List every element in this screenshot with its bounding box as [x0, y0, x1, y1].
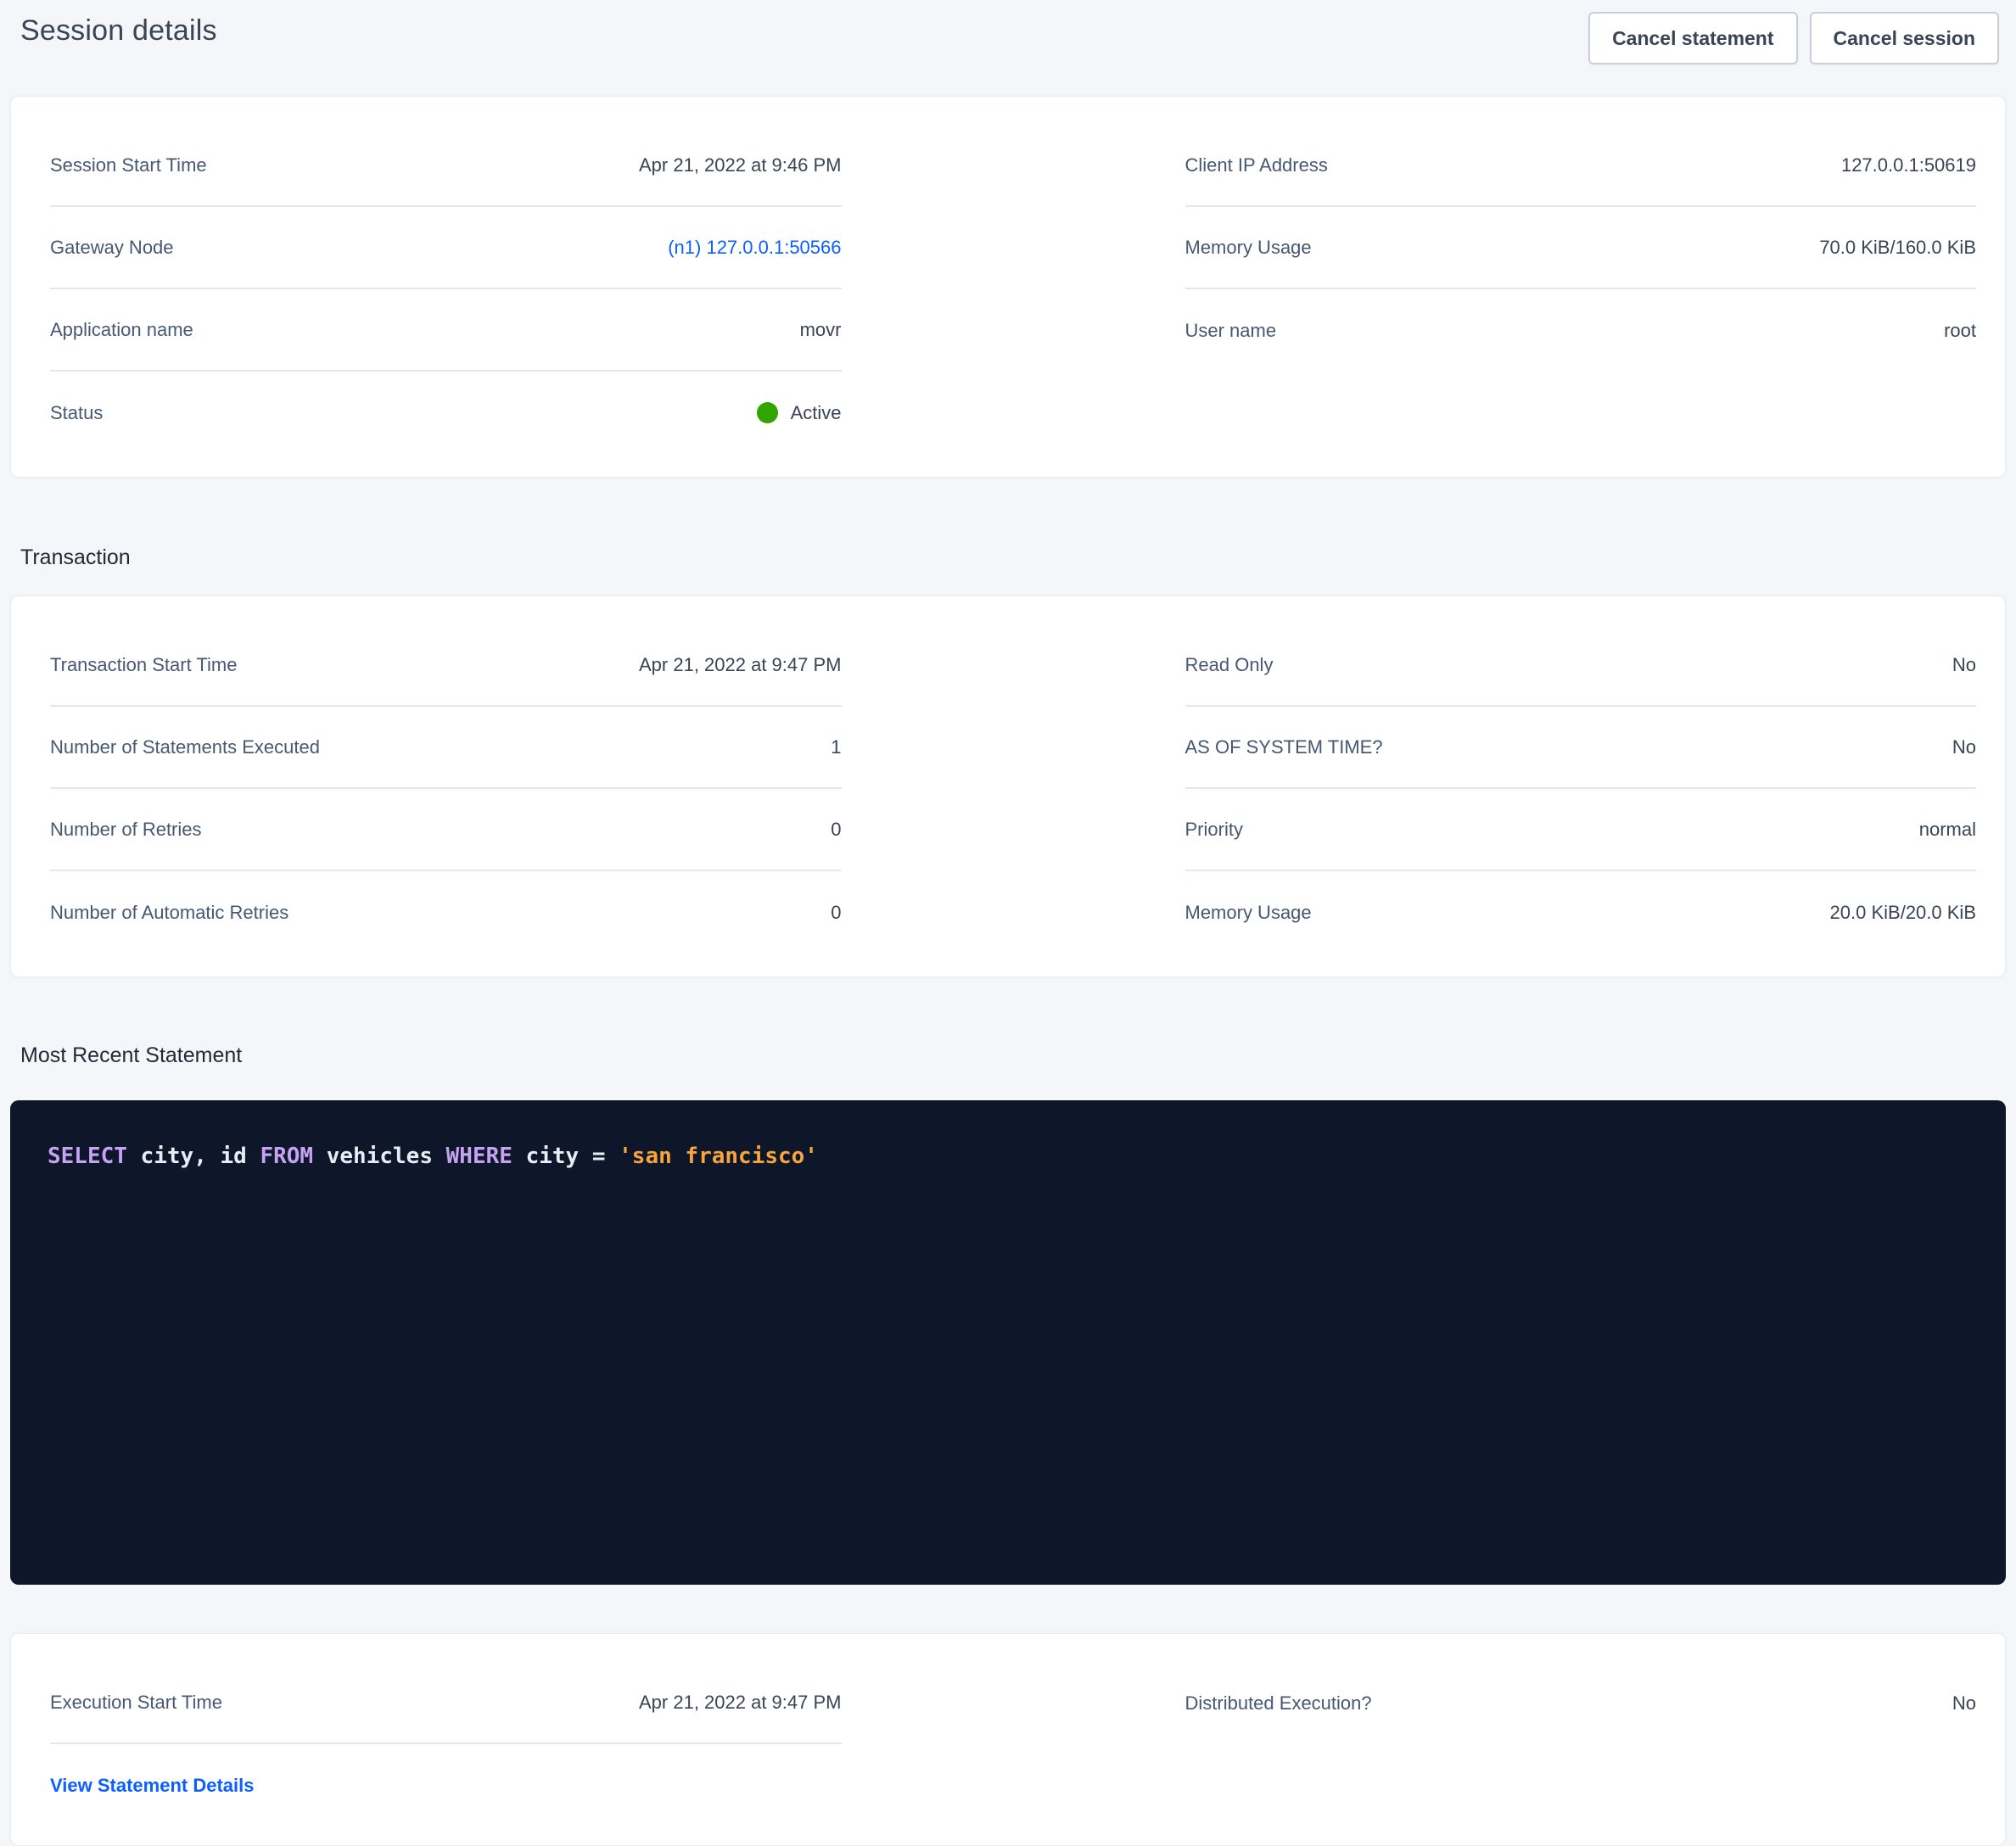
application-name-label: Application name [50, 319, 193, 341]
sql-token-plain: city = [512, 1144, 619, 1169]
memory-usage-value: 20.0 KiB/20.0 KiB [1830, 902, 1976, 924]
status-active-dot-icon [757, 402, 778, 423]
status-badge: Active [757, 402, 842, 424]
distributed-execution-value: No [1952, 1692, 1976, 1715]
kv-row-number-of-retries: Number of Retries 0 [50, 789, 842, 871]
header-actions: Cancel statement Cancel session [1588, 12, 1999, 64]
transaction-start-time-label: Transaction Start Time [50, 654, 237, 676]
sql-token-keyword: WHERE [446, 1144, 512, 1169]
kv-row-user-name: User name root [1185, 289, 1977, 372]
kv-row-distributed-execution: Distributed Execution? No [1185, 1662, 1977, 1744]
kv-row-memory-usage: Memory Usage 20.0 KiB/20.0 KiB [1185, 871, 1977, 954]
as-of-system-time-label: AS OF SYSTEM TIME? [1185, 736, 1383, 758]
transaction-start-time-value: Apr 21, 2022 at 9:47 PM [639, 654, 842, 676]
kv-row-session-start-time: Session Start Time Apr 21, 2022 at 9:46 P… [50, 125, 842, 207]
sql-token-plain: city, id [127, 1144, 260, 1169]
transaction-card-left-column: Transaction Start Time Apr 21, 2022 at 9:… [50, 624, 842, 954]
cancel-session-button[interactable]: Cancel session [1810, 12, 1999, 64]
priority-value: normal [1919, 819, 1976, 841]
statement-section-heading: Most Recent Statement [20, 1042, 2016, 1069]
session-details-card: Session Start Time Apr 21, 2022 at 9:46 P… [10, 96, 2006, 478]
kv-row-number-of-automatic-retries: Number of Automatic Retries 0 [50, 871, 842, 954]
memory-usage-label: Memory Usage [1185, 902, 1312, 924]
sql-token-string: 'san francisco' [619, 1144, 818, 1169]
kv-row-application-name: Application name movr [50, 289, 842, 372]
user-name-label: User name [1185, 320, 1277, 342]
session-card-right-column: Client IP Address 127.0.0.1:50619 Memory U… [1185, 125, 1977, 454]
kv-row-transaction-start-time: Transaction Start Time Apr 21, 2022 at 9:… [50, 624, 842, 707]
kv-row-as-of-system-time: AS OF SYSTEM TIME? No [1185, 707, 1977, 789]
kv-row-view-statement-details: View Statement Details [50, 1744, 842, 1826]
sql-token-keyword: FROM [260, 1144, 313, 1169]
read-only-value: No [1952, 654, 1976, 676]
status-text: Active [791, 402, 842, 424]
execution-card: Execution Start Time Apr 21, 2022 at 9:47… [10, 1633, 2006, 1846]
memory-usage-label: Memory Usage [1185, 237, 1312, 259]
kv-row-execution-start-time: Execution Start Time Apr 21, 2022 at 9:47… [50, 1662, 842, 1744]
cancel-statement-button[interactable]: Cancel statement [1588, 12, 1797, 64]
transaction-section-heading: Transaction [20, 544, 2016, 571]
sql-code-block: SELECT city, id FROM vehicles WHERE city… [10, 1100, 2006, 1585]
kv-row-read-only: Read Only No [1185, 624, 1977, 707]
page-header: Session details Cancel statement Cancel … [0, 0, 2016, 68]
kv-row-number-of-statements-executed: Number of Statements Executed 1 [50, 707, 842, 789]
priority-label: Priority [1185, 819, 1243, 841]
number-of-retries-value: 0 [831, 819, 841, 841]
gateway-node-value-link[interactable]: (n1) 127.0.0.1:50566 [668, 237, 841, 259]
number-of-automatic-retries-label: Number of Automatic Retries [50, 902, 288, 924]
kv-row-gateway-node: Gateway Node (n1) 127.0.0.1:50566 [50, 207, 842, 289]
client-ip-address-value: 127.0.0.1:50619 [1841, 154, 1976, 176]
execution-card-left-column: Execution Start Time Apr 21, 2022 at 9:47… [50, 1662, 842, 1826]
execution-card-right-column: Distributed Execution? No [1185, 1662, 1977, 1826]
status-label: Status [50, 402, 103, 424]
transaction-card: Transaction Start Time Apr 21, 2022 at 9:… [10, 596, 2006, 977]
distributed-execution-label: Distributed Execution? [1185, 1692, 1372, 1715]
view-statement-details-link[interactable]: View Statement Details [50, 1775, 254, 1797]
number-of-statements-executed-value: 1 [831, 736, 841, 758]
execution-start-time-value: Apr 21, 2022 at 9:47 PM [639, 1692, 842, 1714]
sql-token-plain: vehicles [313, 1144, 446, 1169]
read-only-label: Read Only [1185, 654, 1274, 676]
session-card-left-column: Session Start Time Apr 21, 2022 at 9:46 P… [50, 125, 842, 454]
as-of-system-time-value: No [1952, 736, 1976, 758]
session-start-time-label: Session Start Time [50, 154, 207, 176]
sql-statement: SELECT city, id FROM vehicles WHERE city… [48, 1139, 1968, 1173]
user-name-value: root [1944, 320, 1976, 342]
kv-row-priority: Priority normal [1185, 789, 1977, 871]
number-of-automatic-retries-value: 0 [831, 902, 841, 924]
kv-row-status: Status Active [50, 372, 842, 454]
application-name-value: movr [800, 319, 842, 341]
kv-row-memory-usage: Memory Usage 70.0 KiB/160.0 KiB [1185, 207, 1977, 289]
client-ip-address-label: Client IP Address [1185, 154, 1328, 176]
memory-usage-value: 70.0 KiB/160.0 KiB [1819, 237, 1976, 259]
number-of-retries-label: Number of Retries [50, 819, 202, 841]
number-of-statements-executed-label: Number of Statements Executed [50, 736, 320, 758]
sql-token-keyword: SELECT [48, 1144, 127, 1169]
session-start-time-value: Apr 21, 2022 at 9:46 PM [639, 154, 842, 176]
transaction-card-right-column: Read Only No AS OF SYSTEM TIME? No Priority n… [1185, 624, 1977, 954]
kv-row-client-ip-address: Client IP Address 127.0.0.1:50619 [1185, 125, 1977, 207]
gateway-node-label: Gateway Node [50, 237, 174, 259]
execution-start-time-label: Execution Start Time [50, 1692, 222, 1714]
page-title: Session details [20, 12, 217, 49]
